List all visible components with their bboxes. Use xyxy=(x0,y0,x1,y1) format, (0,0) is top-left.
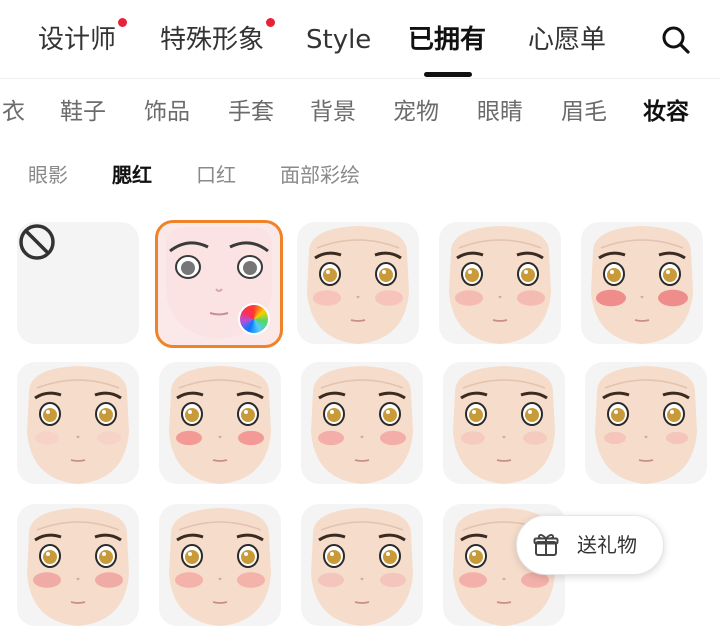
face-preview-image xyxy=(169,366,271,484)
category-pets[interactable]: 宠物 xyxy=(393,96,439,128)
face-preview-image xyxy=(453,366,555,484)
none-option-tile[interactable] xyxy=(17,222,139,344)
face-preview-image xyxy=(591,226,693,344)
blush-item[interactable] xyxy=(159,504,281,626)
tab-wishlist[interactable]: 心愿单 xyxy=(528,22,606,58)
subcategory-blush[interactable]: 腮红 xyxy=(112,160,152,190)
tab-special-avatar-label: 特殊形象 xyxy=(160,25,265,55)
tab-designer-label: 设计师 xyxy=(38,25,117,55)
prohibited-icon xyxy=(19,224,55,260)
face-preview-image xyxy=(311,366,413,484)
top-tab-bar: 设计师 特殊形象 Style 已拥有 心愿单 xyxy=(0,0,720,78)
tab-style[interactable]: Style xyxy=(306,22,371,58)
divider xyxy=(0,78,720,79)
blush-item[interactable] xyxy=(159,362,281,484)
category-gloves[interactable]: 手套 xyxy=(228,96,274,128)
face-preview-image xyxy=(169,508,271,626)
tab-special-avatar[interactable]: 特殊形象 xyxy=(160,22,264,58)
category-eyes[interactable]: 眼睛 xyxy=(477,96,523,128)
color-wheel-icon[interactable] xyxy=(238,303,270,335)
category-clothes[interactable]: 衣 xyxy=(2,96,25,128)
blush-item[interactable] xyxy=(585,362,707,484)
blush-item[interactable] xyxy=(301,362,423,484)
blush-item[interactable] xyxy=(581,222,703,344)
gift-icon xyxy=(533,534,559,556)
blush-item[interactable] xyxy=(301,504,423,626)
notification-dot xyxy=(266,18,275,27)
subcategory-face-paint[interactable]: 面部彩绘 xyxy=(280,160,360,190)
blush-item-selected[interactable] xyxy=(155,220,283,348)
tab-designer[interactable]: 设计师 xyxy=(38,22,116,58)
send-gift-label: 送礼物 xyxy=(577,533,637,557)
face-preview-image xyxy=(311,508,413,626)
face-preview-image xyxy=(27,366,129,484)
face-preview-image xyxy=(449,226,551,344)
category-accessories[interactable]: 饰品 xyxy=(144,96,190,128)
blush-item[interactable] xyxy=(443,362,565,484)
search-icon[interactable] xyxy=(660,24,692,56)
tab-owned-label: 已拥有 xyxy=(408,25,487,55)
category-shoes[interactable]: 鞋子 xyxy=(60,96,106,128)
tab-style-label: Style xyxy=(306,25,372,55)
subcategory-lipstick[interactable]: 口红 xyxy=(196,160,236,190)
active-tab-indicator xyxy=(424,72,472,77)
face-preview-image xyxy=(307,226,409,344)
subcategory-eyeshadow[interactable]: 眼影 xyxy=(28,160,68,190)
notification-dot xyxy=(118,18,127,27)
tab-owned[interactable]: 已拥有 xyxy=(408,22,486,58)
tab-wishlist-label: 心愿单 xyxy=(528,25,607,55)
blush-item[interactable] xyxy=(17,504,139,626)
face-preview-image xyxy=(595,366,697,484)
category-makeup[interactable]: 妆容 xyxy=(643,96,689,128)
blush-item[interactable] xyxy=(17,362,139,484)
face-preview-image xyxy=(27,508,129,626)
category-background[interactable]: 背景 xyxy=(310,96,356,128)
blush-item[interactable] xyxy=(439,222,561,344)
send-gift-button[interactable]: 送礼物 xyxy=(516,515,664,575)
blush-item[interactable] xyxy=(297,222,419,344)
category-eyebrows[interactable]: 眉毛 xyxy=(561,96,607,128)
